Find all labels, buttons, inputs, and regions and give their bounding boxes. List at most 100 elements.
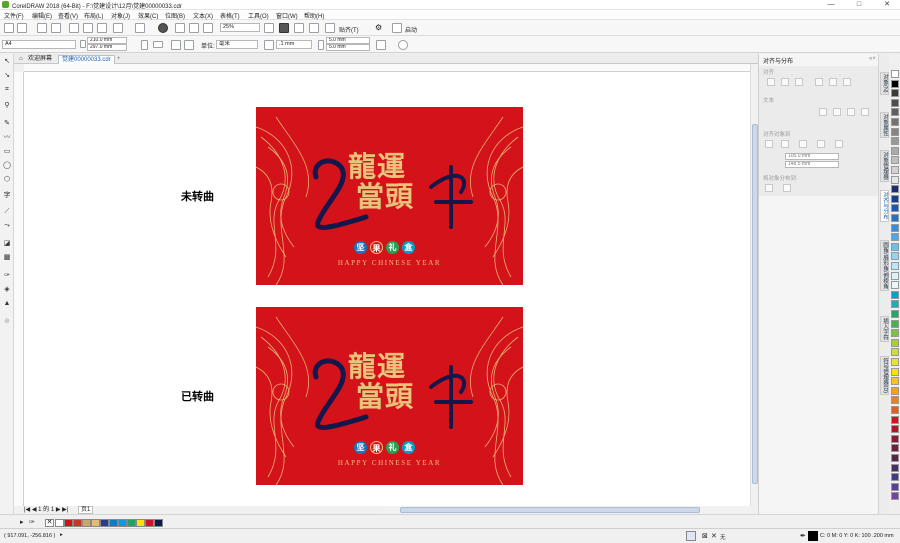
show-grid-icon[interactable] <box>294 23 304 33</box>
publish-pdf-icon[interactable] <box>203 23 213 33</box>
save-icon[interactable] <box>37 23 47 33</box>
palette-swatch[interactable] <box>145 519 154 527</box>
align-center-v-icon[interactable] <box>829 78 837 86</box>
tab-fillet-scallop[interactable]: 圆角/扇形角/倒棱角 <box>880 240 889 292</box>
color-swatch[interactable] <box>891 444 899 453</box>
menu-window[interactable]: 窗口(W) <box>276 11 298 20</box>
color-swatch[interactable] <box>891 454 899 462</box>
color-swatch[interactable] <box>891 79 899 88</box>
import-icon[interactable] <box>175 23 185 33</box>
next-page-button[interactable]: ▶ <box>56 507 61 513</box>
text-outline-icon[interactable] <box>861 108 869 116</box>
menu-tools[interactable]: 工具(O) <box>248 11 269 20</box>
tab-document[interactable]: 觉建00000033.cdr <box>58 55 115 64</box>
color-swatch[interactable] <box>891 175 899 184</box>
horizontal-scroll-thumb[interactable] <box>400 507 700 513</box>
no-color-swatch[interactable]: ✕ <box>45 519 54 527</box>
docker-close-icon[interactable]: «× <box>869 56 876 62</box>
align-x-input[interactable]: 105.0 mm <box>785 153 839 160</box>
color-swatch[interactable] <box>891 242 899 251</box>
parallel-dimension-icon[interactable]: ⟋ <box>3 208 11 216</box>
tab-object-manager[interactable]: 对象管理器 <box>880 150 889 182</box>
launch-icon[interactable] <box>392 23 402 33</box>
page-tab[interactable]: 页1 <box>78 506 94 514</box>
color-swatch[interactable] <box>891 358 899 366</box>
color-swatch[interactable] <box>891 338 899 347</box>
color-swatch[interactable] <box>891 262 899 270</box>
undo-icon[interactable] <box>113 23 123 33</box>
full-screen-icon[interactable] <box>264 23 274 33</box>
tab-align-distribute[interactable]: 对齐与分布 <box>880 190 889 222</box>
color-swatch[interactable] <box>891 204 899 213</box>
palette-swatch[interactable] <box>154 519 163 527</box>
print-icon[interactable] <box>51 23 61 33</box>
tab-insert-character[interactable]: 插入字符 <box>880 316 889 342</box>
color-swatch[interactable] <box>891 194 899 203</box>
horizontal-scrollbar[interactable] <box>380 506 750 514</box>
fill-tool-icon[interactable] <box>686 531 696 541</box>
color-swatch[interactable] <box>891 223 899 232</box>
palette-menu-icon[interactable]: ▸ <box>20 518 24 526</box>
color-swatch[interactable] <box>891 473 899 482</box>
drop-shadow-icon[interactable]: ◪ <box>3 240 11 248</box>
color-swatch[interactable] <box>891 348 899 357</box>
new-icon[interactable] <box>4 23 14 33</box>
palette-swatch[interactable] <box>64 519 73 527</box>
align-page-edge-icon[interactable] <box>781 140 789 148</box>
all-pages-icon[interactable] <box>171 40 181 50</box>
align-bottom-icon[interactable] <box>843 78 851 86</box>
palette-swatch[interactable] <box>82 519 91 527</box>
menu-view[interactable]: 查看(V) <box>58 11 78 20</box>
palette-swatch[interactable] <box>118 519 127 527</box>
menu-object[interactable]: 对象(J) <box>111 11 130 20</box>
color-swatch[interactable] <box>891 89 899 98</box>
nudge-distance-input[interactable]: .1 mm <box>276 40 312 49</box>
eyedropper-icon[interactable]: ✑ <box>3 272 11 280</box>
tab-add[interactable]: + <box>114 55 124 64</box>
color-swatch[interactable] <box>891 118 899 126</box>
crop-tool-icon[interactable]: ⌗ <box>3 86 11 94</box>
align-center-h-icon[interactable] <box>781 78 789 86</box>
ellipse-tool-icon[interactable]: ◯ <box>3 162 11 170</box>
connector-tool-icon[interactable]: ⤳ <box>3 222 11 230</box>
poster-converted[interactable]: 龍運 當頭 坚 果 礼 盒 HAPPY CHINESE YEAR <box>256 307 523 485</box>
color-swatch[interactable] <box>891 233 899 242</box>
current-page-number[interactable]: 1 <box>38 507 41 513</box>
align-top-icon[interactable] <box>815 78 823 86</box>
align-right-icon[interactable] <box>795 78 803 86</box>
color-swatch[interactable] <box>891 185 899 194</box>
color-swatch[interactable] <box>891 156 899 165</box>
color-swatch[interactable] <box>891 463 899 472</box>
color-swatch[interactable] <box>891 377 899 386</box>
palette-swatch[interactable] <box>136 519 145 527</box>
smart-fill-icon[interactable]: ▲ <box>3 300 11 308</box>
palette-swatch[interactable] <box>109 519 118 527</box>
align-active-icon[interactable] <box>765 140 773 148</box>
add-page-icon[interactable] <box>398 40 408 50</box>
tab-object-properties[interactable]: 对象属性 <box>880 112 889 138</box>
menu-layout[interactable]: 布局(L) <box>84 11 103 20</box>
eyedropper-icon[interactable]: ✑ <box>29 518 35 526</box>
menu-help[interactable]: 帮助(H) <box>304 11 324 20</box>
color-swatch[interactable] <box>891 70 899 78</box>
interactive-fill-icon[interactable]: ◈ <box>3 286 11 294</box>
shape-tool-icon[interactable]: ↘ <box>3 72 11 80</box>
color-swatch[interactable] <box>891 137 899 146</box>
vertical-scrollbar[interactable] <box>750 64 758 506</box>
align-y-input[interactable]: 148.5 mm <box>785 161 839 168</box>
horizontal-ruler[interactable] <box>24 64 750 72</box>
color-swatch[interactable] <box>891 367 899 376</box>
vertical-ruler[interactable] <box>14 72 24 506</box>
menu-bitmaps[interactable]: 位图(B) <box>165 11 185 20</box>
freehand-tool-icon[interactable]: ✎ <box>3 120 11 128</box>
align-left-icon[interactable] <box>767 78 775 86</box>
close-button[interactable]: ✕ <box>876 0 898 10</box>
copy-icon[interactable] <box>83 23 93 33</box>
align-point-icon[interactable] <box>835 140 843 148</box>
search-content-icon[interactable] <box>158 23 168 33</box>
poster-not-converted[interactable]: 龍運 當頭 坚 果 礼 盒 HAPPY CHINESE YEAR <box>256 107 523 285</box>
color-swatch[interactable] <box>891 290 899 299</box>
zoom-tool-icon[interactable]: ⚲ <box>3 102 11 110</box>
tab-welcome[interactable]: 欢迎屏幕 <box>25 55 55 64</box>
color-swatch[interactable] <box>891 300 899 309</box>
